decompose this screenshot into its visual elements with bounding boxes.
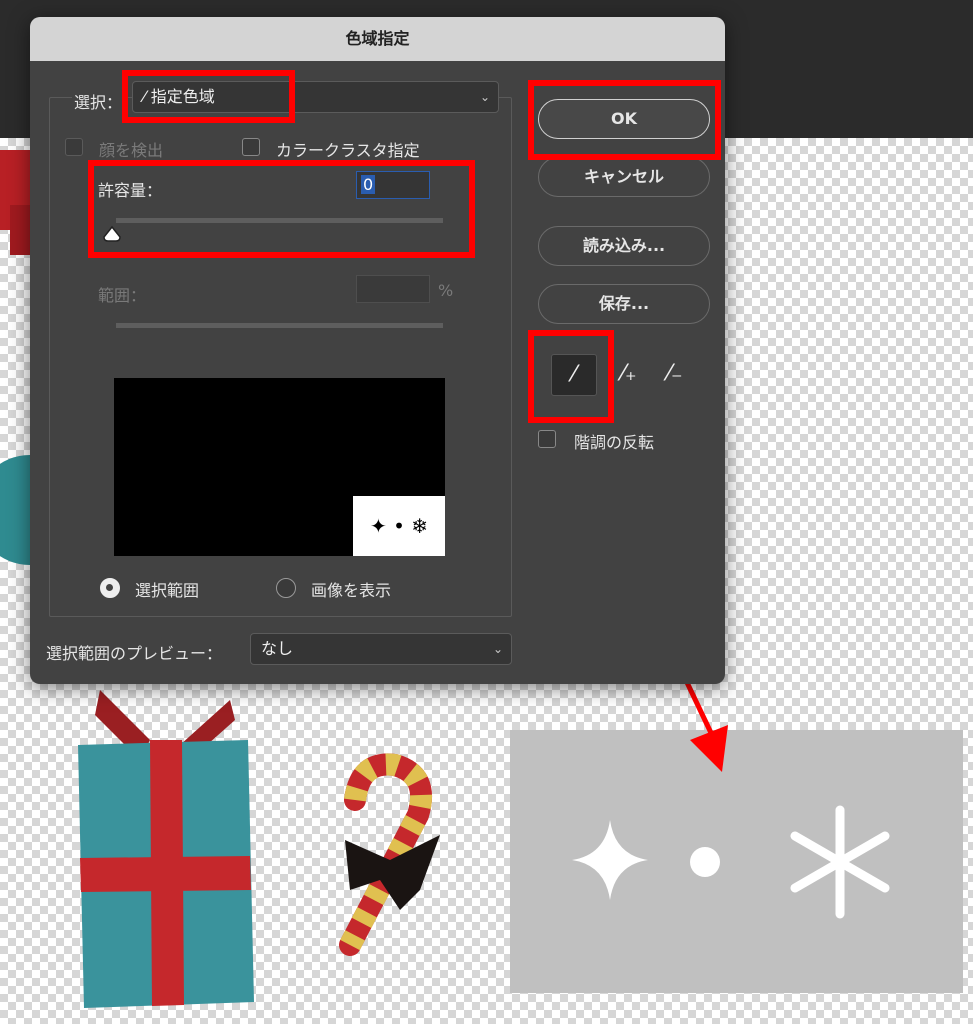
candy-cane-icon <box>339 753 440 956</box>
selected-shapes-preview <box>510 730 963 993</box>
color-cluster-label: カラークラスタ指定 <box>276 141 420 160</box>
gift-box-icon <box>78 690 254 1008</box>
chevron-down-icon: ⌄ <box>479 90 490 104</box>
annotation-box-ok <box>528 80 721 160</box>
chevron-down-icon: ⌄ <box>492 642 503 656</box>
radio-selection-label: 選択範囲 <box>135 581 200 600</box>
range-unit: % <box>438 281 454 300</box>
range-slider-track <box>116 323 443 328</box>
invert-checkbox[interactable] <box>538 430 556 448</box>
selection-preview: ✦ • ❄ <box>114 378 445 556</box>
radio-image[interactable] <box>276 578 296 598</box>
eyedropper-plus-icon[interactable]: ⁄₊ <box>612 354 646 396</box>
preview-label: 選択範囲のプレビュー： <box>46 644 223 663</box>
annotation-box-fuzziness <box>88 160 475 258</box>
annotation-box-eyedropper <box>528 330 614 423</box>
load-button[interactable]: 読み込み... <box>538 226 710 266</box>
dot-icon <box>690 847 720 877</box>
detect-faces-label: 顔を検出 <box>99 141 164 160</box>
invert-label: 階調の反転 <box>574 433 655 452</box>
detect-faces-checkbox[interactable] <box>65 138 83 156</box>
preview-dropdown[interactable]: なし ⌄ <box>250 633 512 665</box>
range-input[interactable] <box>356 275 430 303</box>
preview-value: なし <box>261 639 294 658</box>
color-cluster-checkbox[interactable] <box>242 138 260 156</box>
preview-shapes: ✦ • ❄ <box>353 496 445 556</box>
radio-image-label: 画像を表示 <box>311 581 392 600</box>
eyedropper-minus-icon[interactable]: ⁄₋ <box>658 354 692 396</box>
range-label: 範囲： <box>98 286 147 305</box>
dialog-title: 色域指定 <box>30 17 725 61</box>
cancel-button[interactable]: キャンセル <box>538 157 710 197</box>
select-label: 選択： <box>72 89 125 113</box>
radio-selection[interactable] <box>100 578 120 598</box>
save-button[interactable]: 保存... <box>538 284 710 324</box>
annotation-box-select <box>122 70 295 123</box>
